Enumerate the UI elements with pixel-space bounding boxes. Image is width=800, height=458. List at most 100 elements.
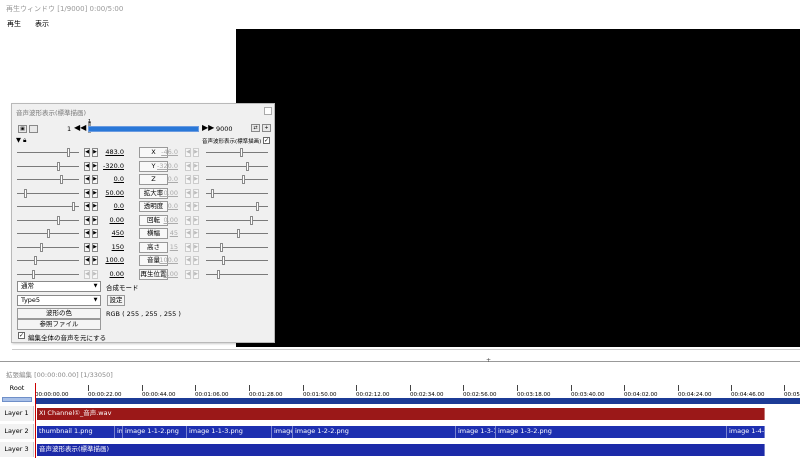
param-slider-right[interactable] (206, 179, 268, 180)
menu-view[interactable]: 表示 (34, 19, 50, 29)
image-clip[interactable]: image 1-1-3.png (187, 426, 272, 438)
param-end-value[interactable]: -320.0 (152, 162, 178, 170)
keyframe-toggle-icon[interactable]: ⇄ (251, 124, 260, 132)
param-slider-left[interactable] (17, 219, 79, 221)
image-clip[interactable]: image 1-1-2.png (123, 426, 187, 438)
root-label[interactable]: Root (2, 384, 32, 393)
param-slider-knob[interactable] (34, 256, 37, 265)
decrement-icon[interactable]: ◀ (84, 242, 90, 252)
increment-icon[interactable]: ▶ (193, 242, 199, 252)
add-filter-icon[interactable]: + (262, 124, 271, 132)
image-clip[interactable]: im (115, 426, 123, 438)
param-start-value[interactable]: 150 (98, 243, 124, 251)
filter-clip[interactable]: 音声波形表示(標準描画) (37, 444, 765, 456)
increment-icon[interactable]: ▶ (193, 256, 199, 265)
param-slider-knob[interactable] (47, 229, 50, 238)
param-slider-knob[interactable] (211, 188, 214, 198)
param-start-value[interactable]: 0.0 (98, 202, 124, 210)
decrement-icon[interactable]: ◀ (84, 256, 90, 265)
param-slider-right[interactable] (206, 165, 268, 167)
param-slider-knob[interactable] (250, 215, 253, 225)
param-slider-knob[interactable] (32, 269, 35, 279)
param-slider-right[interactable] (206, 152, 268, 153)
param-slider-knob[interactable] (222, 256, 225, 265)
param-start-value[interactable]: 483.0 (98, 148, 124, 156)
param-slider-knob[interactable] (72, 202, 75, 211)
image-clip[interactable]: image 1-2-2.png (293, 426, 456, 438)
prev-keyframe-icon[interactable]: ◀◀ (74, 124, 86, 133)
layer-label[interactable]: Layer 3 (0, 442, 34, 457)
param-slider-knob[interactable] (40, 242, 43, 252)
param-start-value[interactable]: 0.0 (98, 175, 124, 183)
decrement-icon[interactable]: ◀ (84, 269, 90, 279)
increment-icon[interactable]: ▶ (193, 148, 199, 157)
param-end-value[interactable]: 0.0 (152, 202, 178, 210)
image-clip[interactable]: image 1-3-1. (456, 426, 496, 438)
param-end-value[interactable]: 0.00 (152, 270, 178, 278)
param-slider-knob[interactable] (67, 148, 70, 157)
param-slider-right[interactable] (206, 273, 268, 275)
param-end-value[interactable]: 0.0 (152, 175, 178, 183)
next-keyframe-icon[interactable]: ▶▶ (202, 124, 214, 133)
image-clip[interactable]: image (272, 426, 293, 438)
param-slider-knob[interactable] (57, 161, 60, 171)
param-slider-left[interactable] (17, 273, 79, 275)
layer-label[interactable]: Layer 2 (0, 424, 34, 439)
decrement-icon[interactable]: ◀ (185, 256, 191, 265)
param-slider-knob[interactable] (256, 202, 259, 211)
timeline-scale-bar[interactable] (35, 398, 800, 404)
collapse-arrow-icon[interactable]: ▼ (16, 136, 21, 144)
time-ruler[interactable]: 00:00:00.00 00:00:22.00 00:00:44.00 00:01:0… (35, 385, 800, 398)
param-slider-knob[interactable] (237, 229, 240, 238)
decrement-icon[interactable]: ◀ (185, 242, 191, 252)
param-slider-knob[interactable] (217, 269, 220, 279)
param-slider-right[interactable] (206, 260, 268, 261)
shadow-toggle-icon[interactable] (29, 125, 38, 133)
frame-slider[interactable] (88, 126, 199, 132)
dialog-scroll-button[interactable] (264, 107, 272, 115)
decrement-icon[interactable]: ◀ (185, 148, 191, 157)
param-start-value[interactable]: 0.00 (98, 216, 124, 224)
decrement-icon[interactable]: ◀ (84, 188, 90, 198)
param-start-value[interactable]: 100.0 (98, 256, 124, 264)
param-slider-right[interactable] (206, 219, 268, 221)
decrement-icon[interactable]: ◀ (84, 202, 90, 211)
decrement-icon[interactable]: ◀ (84, 148, 90, 157)
param-slider-knob[interactable] (240, 148, 243, 157)
image-clip[interactable]: image 1-3-2.png (496, 426, 727, 438)
param-end-value[interactable]: 50.00 (152, 189, 178, 197)
param-slider-left[interactable] (17, 165, 79, 167)
param-start-value[interactable]: 50.00 (98, 189, 124, 197)
decrement-icon[interactable]: ◀ (185, 188, 191, 198)
param-slider-left[interactable] (17, 246, 79, 248)
type-select[interactable]: Type5 ▼ (17, 295, 101, 306)
decrement-icon[interactable]: ◀ (185, 175, 191, 184)
param-slider-left[interactable] (17, 260, 79, 261)
settings-button[interactable]: 設定 (107, 295, 125, 306)
param-end-value[interactable]: 45 (152, 229, 178, 237)
param-slider-left[interactable] (17, 206, 79, 207)
seek-bar[interactable] (12, 349, 800, 350)
decrement-icon[interactable]: ◀ (84, 161, 90, 171)
increment-icon[interactable]: ▶ (193, 229, 199, 238)
param-start-value[interactable]: -320.0 (98, 162, 124, 170)
whole-audio-checkbox[interactable]: ✓ (18, 332, 25, 339)
menu-playback[interactable]: 再生 (6, 19, 22, 29)
audio-clip[interactable]: XI Channel①_音声.wav (37, 408, 765, 420)
param-slider-knob[interactable] (220, 242, 223, 252)
param-slider-right[interactable] (206, 246, 268, 248)
param-slider-left[interactable] (17, 179, 79, 180)
param-slider-knob[interactable] (57, 215, 60, 225)
increment-icon[interactable]: ▶ (193, 161, 199, 171)
blend-mode-select[interactable]: 通常 ▼ (17, 281, 101, 292)
increment-icon[interactable]: ▶ (193, 269, 199, 279)
decrement-icon[interactable]: ◀ (185, 202, 191, 211)
image-clip[interactable]: thumbnail 1.png (37, 426, 115, 438)
reference-file-button[interactable]: 参照ファイル (17, 319, 101, 330)
waveform-color-button[interactable]: 波形の色 (17, 308, 101, 319)
param-end-value[interactable]: 100.0 (152, 256, 178, 264)
decrement-icon[interactable]: ◀ (185, 269, 191, 279)
param-slider-knob[interactable] (242, 175, 245, 184)
decrement-icon[interactable]: ◀ (84, 175, 90, 184)
increment-icon[interactable]: ▶ (193, 215, 199, 225)
